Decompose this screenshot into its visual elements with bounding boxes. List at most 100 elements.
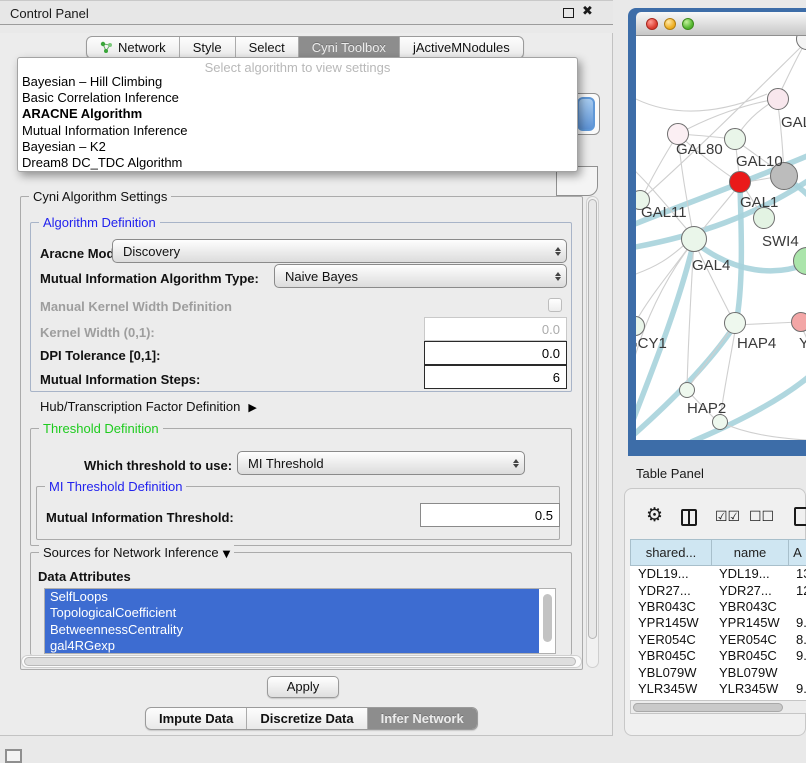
deselect-all-checkboxes-icon[interactable]: ☐☐ — [749, 509, 774, 525]
node-gal10[interactable] — [724, 128, 746, 150]
table-row[interactable]: YLR345WYLR345W9. — [631, 680, 806, 696]
apply-button[interactable]: Apply — [267, 676, 339, 698]
dropdown-item-aracne[interactable]: ARACNE Algorithm — [18, 106, 577, 122]
node-label-swi4: SWI4 — [762, 233, 799, 250]
tab-style[interactable]: Style — [180, 37, 236, 58]
table-row[interactable]: YBR045CYBR045C9. — [631, 647, 806, 663]
vscroll-thumb[interactable] — [588, 199, 597, 639]
dpi-tolerance-input[interactable]: 0.0 — [424, 341, 567, 365]
combo-spinner-icon — [550, 272, 566, 281]
node-label-gcy1: GCY1 — [636, 335, 667, 352]
tab-discretize-data[interactable]: Discretize Data — [247, 708, 367, 729]
hub-section-toggle[interactable]: Hub/Transcription Factor Definition▶ — [40, 399, 257, 414]
data-attributes-list: SelfLoops TopologicalCoefficient Between… — [44, 588, 556, 654]
settings-horizontal-scrollbar[interactable] — [21, 655, 582, 668]
table-hscroll-thumb[interactable] — [633, 703, 783, 712]
data-attributes-label: Data Attributes — [38, 569, 131, 584]
node-hap2[interactable] — [679, 382, 695, 398]
manual-kernel-checkbox[interactable] — [548, 298, 562, 312]
node-label-hap2: HAP2 — [687, 400, 726, 417]
mi-steps-label: Mutual Information Steps: — [40, 372, 200, 387]
mi-threshold-label: Mutual Information Threshold: — [46, 510, 234, 525]
table-file-icon[interactable] — [794, 507, 806, 526]
tab-network[interactable]: Network — [87, 37, 180, 58]
table-row[interactable]: YBL079WYBL079W — [631, 664, 806, 680]
bottom-tabbar: Impute Data Discretize Data Infer Networ… — [145, 707, 478, 730]
node-gal1-red[interactable] — [729, 171, 751, 193]
mi-steps-input[interactable]: 6 — [424, 365, 567, 389]
node-label-gal: GAL — [781, 114, 806, 131]
node-gal-pink[interactable] — [767, 88, 789, 110]
control-panel-tabbar: Network Style Select Cyni Toolbox jActiv… — [86, 36, 524, 59]
kernel-width-input[interactable]: 0.0 — [424, 317, 567, 341]
cyni-settings-group-title: Cyni Algorithm Settings — [29, 189, 171, 204]
column-header-name[interactable]: name — [712, 540, 789, 566]
tab-impute-data[interactable]: Impute Data — [146, 708, 247, 729]
column-header-shared-name[interactable]: shared... — [631, 540, 712, 566]
combo-spinner-icon — [508, 459, 524, 468]
attribute-betweennesscentrality[interactable]: BetweennessCentrality — [45, 622, 539, 638]
tab-select[interactable]: Select — [236, 37, 299, 58]
settings-vertical-scrollbar[interactable] — [586, 196, 599, 668]
dropdown-item-dream8[interactable]: Dream8 DC_TDC Algorithm — [18, 155, 577, 171]
network-icon — [100, 41, 113, 54]
mi-threshold-input[interactable]: 0.5 — [420, 503, 560, 527]
float-window-icon[interactable] — [563, 8, 574, 18]
node-table: shared... name A YDL19...YDL19...13 YDR2… — [630, 539, 806, 713]
network-window-titlebar[interactable] — [636, 12, 806, 36]
node-hap4[interactable] — [724, 312, 746, 334]
collapse-right-icon: ▶ — [248, 401, 256, 414]
tab-cyni-toolbox[interactable]: Cyni Toolbox — [299, 37, 400, 58]
mi-threshold-group-title: MI Threshold Definition — [45, 479, 186, 494]
dropdown-item-bayesian-hill[interactable]: Bayesian – Hill Climbing — [18, 74, 577, 90]
attribute-topologicalcoefficient[interactable]: TopologicalCoefficient — [45, 605, 539, 621]
combo-spinner-icon — [550, 247, 566, 256]
mi-type-combo[interactable]: Naive Bayes — [274, 264, 567, 288]
dropdown-item-basic-correlation[interactable]: Basic Correlation Inference — [18, 90, 577, 106]
dropdown-item-mutual-information[interactable]: Mutual Information Inference — [18, 123, 577, 139]
dpi-tolerance-label: DPI Tolerance [0,1]: — [40, 348, 160, 363]
column-header-partial[interactable]: A — [789, 540, 806, 566]
close-icon[interactable]: ✖ — [582, 4, 593, 19]
table-row[interactable]: YPR145WYPR145W9. — [631, 615, 806, 631]
collapse-down-icon: ▼ — [223, 549, 231, 560]
table-row[interactable]: YBR043CYBR043C — [631, 598, 806, 614]
node-label-gal1: GAL1 — [740, 194, 778, 211]
algorithm-dropdown-popup: Select algorithm to view settings Bayesi… — [17, 57, 578, 172]
sources-group-title[interactable]: Sources for Network Inference▼ — [39, 545, 234, 560]
which-threshold-label: Which threshold to use: — [84, 458, 232, 473]
control-panel-titlebar: Control Panel ✖ — [0, 0, 613, 25]
kernel-width-label: Kernel Width (0,1): — [40, 325, 155, 340]
which-threshold-combo[interactable]: MI Threshold — [237, 451, 525, 475]
table-row[interactable]: YDL19...YDL19...13 — [631, 566, 806, 582]
tab-infer-network[interactable]: Infer Network — [368, 708, 477, 729]
control-panel-bottom-border — [0, 735, 613, 736]
close-traffic-light[interactable] — [646, 18, 658, 30]
attribute-gal4rgexp[interactable]: gal4RGexp — [45, 638, 539, 654]
zoom-traffic-light[interactable] — [682, 18, 694, 30]
collapsed-panel-icon[interactable] — [5, 749, 22, 763]
minimize-traffic-light[interactable] — [664, 18, 676, 30]
gear-icon[interactable]: ⚙ — [646, 504, 663, 526]
tab-jactivemnodules[interactable]: jActiveMNodules — [400, 37, 523, 58]
attribute-selfloops[interactable]: SelfLoops — [45, 589, 539, 605]
table-panel-title: Table Panel — [636, 466, 704, 481]
list-scrollbar-thumb[interactable] — [543, 594, 552, 642]
dropdown-item-bayesian-k2[interactable]: Bayesian – K2 — [18, 139, 577, 155]
table-row[interactable]: YER054CYER054C8. — [631, 631, 806, 647]
node-label-gal80: GAL80 — [676, 141, 723, 158]
combo-focus-ring — [577, 97, 595, 131]
aracne-mode-combo[interactable]: Discovery — [112, 239, 567, 263]
select-all-checkboxes-icon[interactable]: ☑☑ — [715, 509, 740, 525]
table-horizontal-scrollbar[interactable] — [630, 700, 806, 714]
network-canvas[interactable]: GAL GAL80 GAL10 GAL1 GAL11 SWI4 GAL4 GCY… — [636, 36, 806, 440]
dropdown-prompt: Select algorithm to view settings — [18, 58, 577, 74]
node-label-gal11: GAL11 — [641, 204, 687, 221]
manual-kernel-label: Manual Kernel Width Definition — [40, 299, 232, 314]
node-gal4[interactable] — [681, 226, 707, 252]
hscroll-thumb[interactable] — [24, 657, 576, 666]
table-row[interactable]: YDR27...YDR27...12 — [631, 582, 806, 598]
node-y-pink[interactable] — [791, 312, 806, 332]
node-label-gal10: GAL10 — [736, 153, 783, 170]
columns-icon[interactable] — [681, 509, 697, 526]
